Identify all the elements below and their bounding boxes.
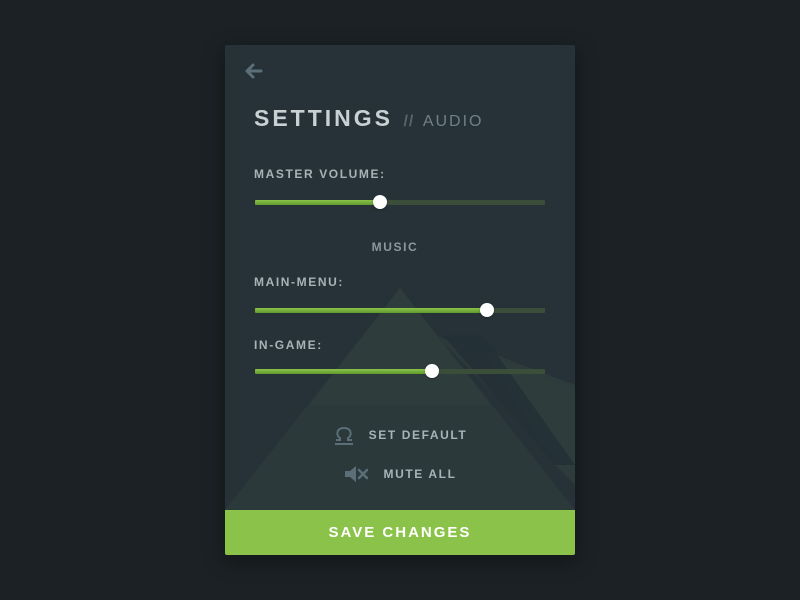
title-main: SETTINGS	[254, 105, 394, 131]
in-game-slider[interactable]	[255, 364, 545, 378]
mute-all-label: MUTE ALL	[383, 467, 457, 481]
slider-fill	[255, 369, 432, 374]
main-menu-slider[interactable]	[255, 303, 545, 317]
music-section-heading: MUSIC	[371, 240, 419, 254]
speaker-mute-icon	[343, 463, 369, 485]
title-separator: //	[403, 113, 415, 130]
in-game-label: IN-GAME:	[254, 338, 323, 352]
omega-reset-icon	[333, 424, 355, 446]
slider-fill	[255, 200, 380, 205]
arrow-left-icon	[245, 63, 263, 79]
master-volume-slider[interactable]	[255, 195, 545, 209]
settings-panel: SETTINGS // AUDIO MASTER VOLUME: MUSIC M…	[225, 45, 575, 555]
set-default-label: SET DEFAULT	[368, 428, 468, 442]
back-button[interactable]	[244, 62, 266, 80]
slider-thumb[interactable]	[373, 195, 387, 209]
title-subtitle: AUDIO	[422, 113, 484, 130]
slider-fill	[255, 308, 487, 313]
page-title: SETTINGS // AUDIO	[254, 105, 483, 132]
main-menu-label: MAIN-MENU:	[254, 275, 344, 289]
slider-thumb[interactable]	[425, 364, 439, 378]
set-default-button[interactable]: SET DEFAULT	[225, 423, 575, 447]
mute-all-button[interactable]: MUTE ALL	[225, 462, 575, 486]
master-volume-label: MASTER VOLUME:	[254, 167, 386, 181]
slider-thumb[interactable]	[480, 303, 494, 317]
save-changes-button[interactable]: SAVE CHANGES	[225, 510, 575, 555]
